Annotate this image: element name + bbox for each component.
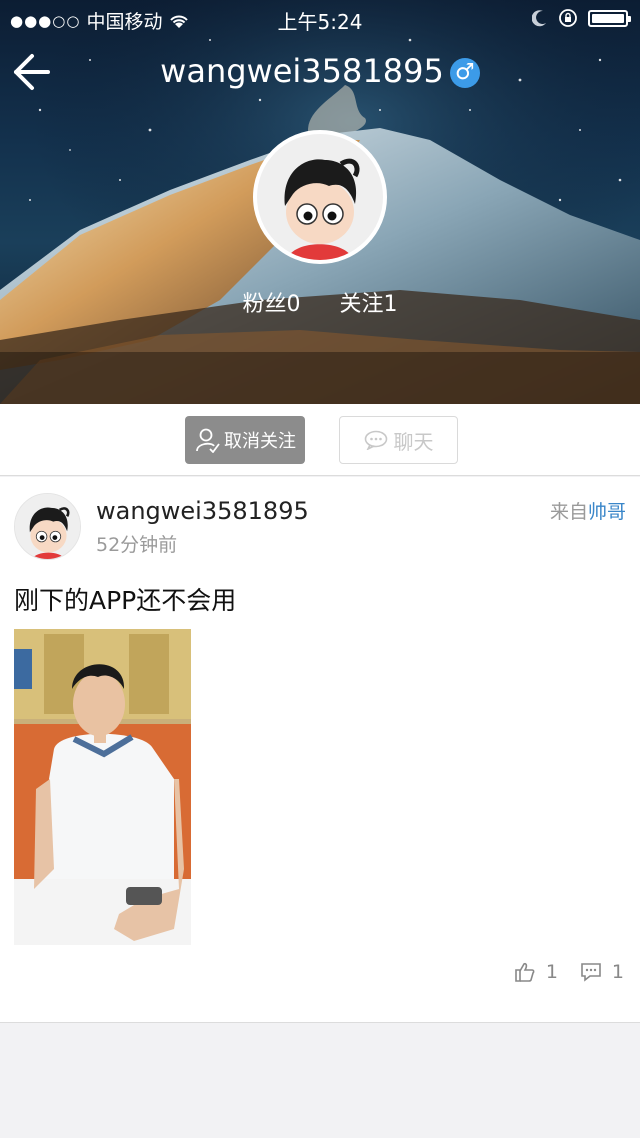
header-bottom-shade [0,352,640,404]
post-timestamp: 52分钟前 [96,534,178,556]
comment-action[interactable]: 1 [580,961,624,983]
cartoon-avatar-image [257,134,383,260]
comment-icon [581,963,601,982]
comment-count: 1 [611,961,624,983]
profile-header: ●●●○○ 中国移动 上午5:24 wangwei3581895 ♂ 粉丝0 关… [0,0,640,404]
profile-avatar[interactable] [253,130,387,264]
chat-button[interactable]: 聊天 [339,416,458,464]
post-source-prefix: 来自 [549,501,588,523]
battery-icon [588,9,631,27]
follow-stats: 粉丝0 关注1 [0,286,640,318]
chat-bubble-icon [364,430,387,450]
post-source: 来自帅哥 [550,497,626,524]
like-action[interactable]: 1 [514,961,558,983]
moon-icon [532,10,546,27]
post-source-link[interactable]: 帅哥 [588,501,626,523]
unfollow-user-icon [196,428,220,453]
chat-label: 聊天 [393,429,434,454]
feed-post: wangwei3581895 52分钟前 来自帅哥 刚下的APP还不会用 1 1 [0,477,640,1023]
following-count[interactable]: 关注1 [340,292,398,317]
cartoon-avatar-image [15,494,80,559]
profile-actions: 取消关注 聊天 [0,404,640,476]
rotation-lock-icon [559,9,577,27]
male-gender-icon: ♂ [449,58,480,88]
post-author-avatar[interactable] [14,493,81,560]
post-text: 刚下的APP还不会用 [14,586,237,615]
status-bar: ●●●○○ 中国移动 上午5:24 [0,0,640,36]
unfollow-label: 取消关注 [224,431,296,452]
profile-username: wangwei3581895 [160,52,444,90]
thumbs-up-icon [515,962,535,982]
post-photo-image [14,629,191,945]
unfollow-button[interactable]: 取消关注 [185,416,305,464]
post-photo[interactable] [14,629,191,945]
profile-title: wangwei3581895 ♂ [0,52,640,90]
post-author-name[interactable]: wangwei3581895 [96,497,309,525]
like-count: 1 [545,961,558,983]
fans-count[interactable]: 粉丝0 [243,292,301,317]
post-actions: 1 1 [514,961,624,983]
